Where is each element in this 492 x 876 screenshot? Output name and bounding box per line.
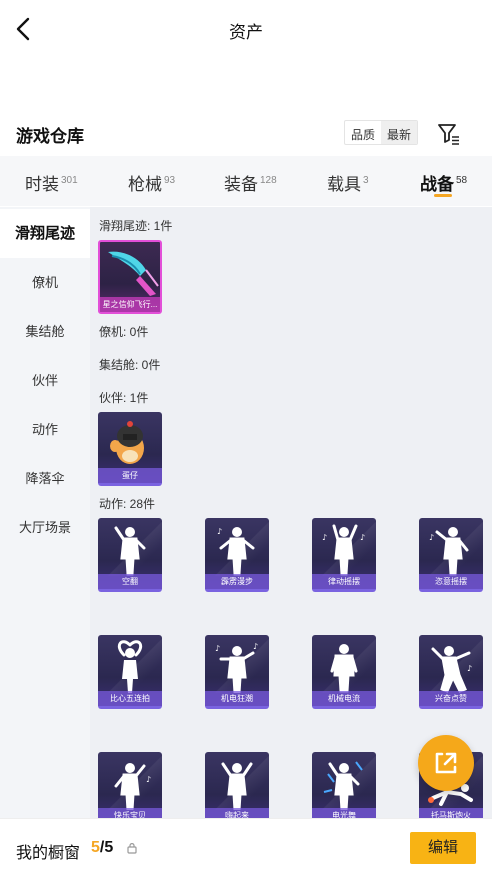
sidebar-item-wingman[interactable]: 僚机 <box>0 258 90 307</box>
item-name: 霹雳漫步 <box>205 574 269 589</box>
item-name: 嗨起来 <box>205 808 269 818</box>
item-name: 律动摇摆 <box>312 574 376 589</box>
item-name: 机电狂潮 <box>205 691 269 706</box>
item-name: 兴奋点赞 <box>419 691 483 706</box>
group-label-wingman: 僚机: 0件 <box>99 325 149 339</box>
emote-card[interactable]: 空翻 <box>98 518 162 592</box>
sort-quality-button[interactable]: 品质 <box>345 121 381 144</box>
edit-button[interactable]: 编辑 <box>410 832 476 864</box>
item-name: 比心五连拍 <box>98 691 162 706</box>
item-name: 托马斯炮火 <box>419 808 483 818</box>
item-card[interactable]: 蛋仔 <box>98 412 162 486</box>
tab-combat-gear[interactable]: 战备 58 <box>420 170 467 195</box>
emote-card[interactable]: ♪ 霹雳漫步 <box>205 518 269 592</box>
emote-card[interactable]: ♪ 快乐宝贝 <box>98 752 162 818</box>
section-header: 游戏仓库 品质 最新 <box>0 112 492 154</box>
inventory-content: 滑翔尾迹: 1件 星之信仰飞行... 僚机: 0件 集结舱: 0件 伙伴: 1件… <box>90 207 492 818</box>
item-card[interactable]: 星之信仰飞行... <box>98 240 162 314</box>
item-name: 恣意摇摆 <box>419 574 483 589</box>
tab-equipment[interactable]: 装备 128 <box>224 170 277 195</box>
group-label-partner: 伙伴: 1件 <box>99 391 149 405</box>
bottom-bar: 我的橱窗 5/5 编辑 <box>0 818 492 876</box>
item-name: 蛋仔 <box>98 468 162 483</box>
page-title: 资产 <box>229 23 263 42</box>
emote-card[interactable]: 电光舞 <box>312 752 376 818</box>
item-name: 电光舞 <box>312 808 376 818</box>
sort-toggle: 品质 最新 <box>344 120 419 145</box>
top-bar: 资产 <box>0 0 492 58</box>
tab-vehicles[interactable]: 载具 3 <box>327 170 369 195</box>
emote-card[interactable]: 嗨起来 <box>205 752 269 818</box>
wing-icon <box>108 251 159 296</box>
eggy-icon <box>110 421 144 464</box>
item-name: 星之信仰飞行... <box>100 297 160 312</box>
sidebar-item-partner[interactable]: 伙伴 <box>0 356 90 405</box>
tab-fashion[interactable]: 时装 301 <box>25 170 78 195</box>
active-tab-indicator <box>434 194 452 197</box>
item-name: 快乐宝贝 <box>98 808 162 818</box>
sidebar: 滑翔尾迹 僚机 集结舱 伙伴 动作 降落伞 大厅场景 <box>0 207 90 818</box>
emote-card[interactable]: ♪ 恣意摇摆 <box>419 518 483 592</box>
emote-card[interactable]: ♪ 兴奋点赞 <box>419 635 483 709</box>
filter-icon[interactable] <box>436 120 462 146</box>
showcase-count: 5/5 <box>91 839 114 856</box>
section-title: 游戏仓库 <box>16 127 84 146</box>
emote-card[interactable]: 机械电流 <box>312 635 376 709</box>
sidebar-item-emote[interactable]: 动作 <box>0 405 90 454</box>
emote-card[interactable]: 比心五连拍 <box>98 635 162 709</box>
item-name: 机械电流 <box>312 691 376 706</box>
sidebar-item-glide-trail[interactable]: 滑翔尾迹 <box>0 209 90 258</box>
sidebar-item-lobby-scene[interactable]: 大厅场景 <box>0 503 90 552</box>
tab-guns[interactable]: 枪械 93 <box>128 170 175 195</box>
category-tabs: 时装 301 枪械 93 装备 128 载具 3 战备 58 <box>0 156 492 206</box>
sort-latest-button[interactable]: 最新 <box>381 121 418 144</box>
group-label-pod: 集结舱: 0件 <box>99 358 161 372</box>
share-button[interactable] <box>418 735 474 791</box>
emote-card[interactable]: ♪ ♪ 律动摇摆 <box>312 518 376 592</box>
lock-icon <box>127 843 137 854</box>
showcase-label: 我的橱窗 <box>16 845 81 862</box>
sidebar-item-pod[interactable]: 集结舱 <box>0 307 90 356</box>
external-link-icon <box>435 752 457 774</box>
item-name: 空翻 <box>98 574 162 589</box>
group-label-glide: 滑翔尾迹: 1件 <box>99 219 173 233</box>
emote-card[interactable]: ♪ ♪ 机电狂潮 <box>205 635 269 709</box>
group-label-emote: 动作: 28件 <box>99 497 156 511</box>
sidebar-item-parachute[interactable]: 降落伞 <box>0 454 90 503</box>
